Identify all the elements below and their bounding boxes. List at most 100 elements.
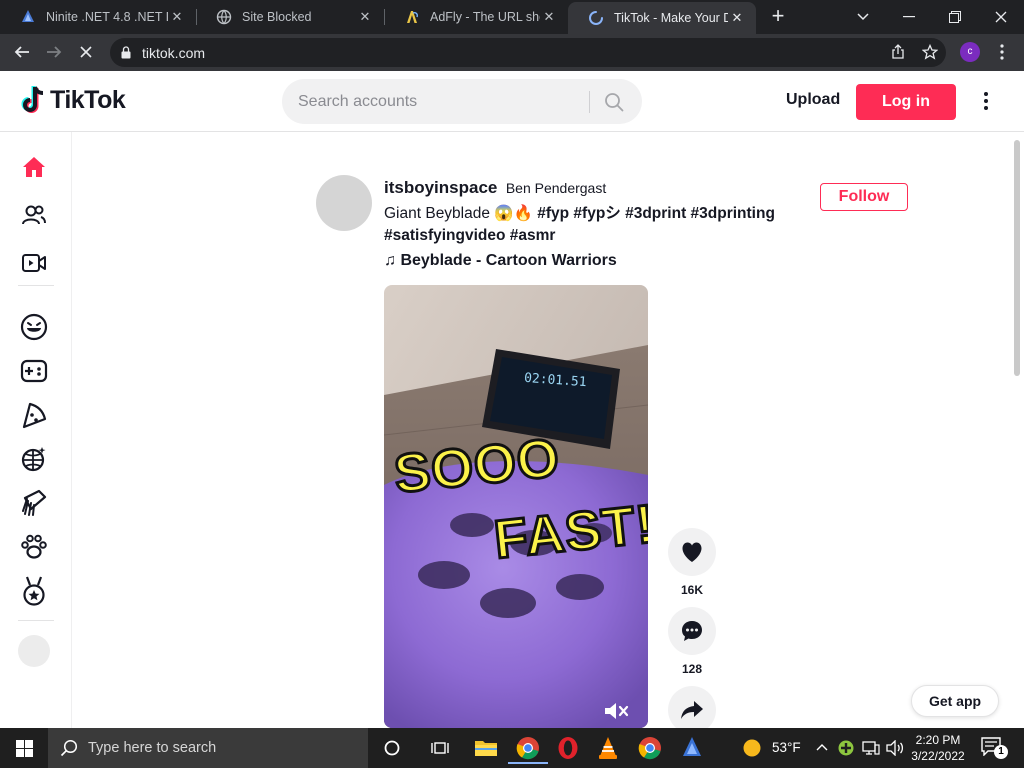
live-icon	[22, 254, 46, 272]
new-tab-button[interactable]: +	[768, 5, 788, 27]
like-button[interactable]	[668, 528, 716, 576]
chevron-up-icon[interactable]	[816, 743, 828, 751]
author-avatar[interactable]	[316, 175, 372, 231]
caption-hashtags[interactable]: #fyp #fypシ #3dprint #3dprinting	[537, 205, 775, 222]
gaming-icon	[20, 359, 48, 383]
taskbar-chrome-canary[interactable]	[634, 732, 666, 764]
sidebar-item-animals[interactable]	[18, 531, 50, 563]
taskbar-ninite[interactable]	[676, 732, 708, 764]
weather-temperature[interactable]: 53°F	[772, 740, 801, 755]
star-icon[interactable]	[922, 44, 938, 60]
profile-avatar[interactable]: c	[960, 42, 980, 62]
taskbar-file-explorer[interactable]	[470, 732, 502, 764]
taskbar-vlc[interactable]	[592, 732, 624, 764]
restore-icon	[949, 11, 961, 23]
following-icon	[22, 205, 46, 225]
logo-wordmark: TikTok	[50, 85, 126, 114]
adfly-icon	[407, 11, 418, 23]
post-caption: Giant Beyblade 😱🔥 #fyp #fypシ #3dprint #3…	[384, 203, 804, 247]
search-button[interactable]	[600, 89, 628, 115]
comment-button[interactable]	[668, 607, 716, 655]
cortana-icon	[384, 740, 400, 756]
upload-link[interactable]: Upload	[786, 91, 840, 109]
more-menu-button[interactable]	[976, 89, 996, 113]
back-button[interactable]	[10, 40, 34, 64]
tab-tiktok[interactable]: TikTok - Make Your Day ✕	[568, 2, 756, 34]
stop-loading-button[interactable]	[74, 40, 98, 64]
tab-search-button[interactable]	[840, 0, 886, 34]
address-bar[interactable]: tiktok.com	[110, 38, 946, 67]
notification-badge: 1	[994, 745, 1008, 759]
tab-ninite[interactable]: Ninite .NET 4.8 .NET De ✕	[0, 0, 196, 34]
tiktok-note-icon	[21, 86, 44, 113]
clock-time: 2:20 PM	[915, 733, 961, 747]
taskbar-search-box[interactable]: Type here to search	[48, 728, 368, 768]
task-view-button[interactable]	[424, 732, 456, 764]
opera-icon	[558, 737, 578, 759]
close-tab-icon[interactable]: ✕	[168, 9, 186, 25]
video-player[interactable]: 02:01.51 SOOO FAST!!!	[384, 285, 648, 728]
close-tab-icon[interactable]: ✕	[356, 9, 374, 25]
search-icon	[605, 93, 624, 112]
volume-icon[interactable]	[886, 740, 904, 756]
sidebar-item-food[interactable]	[18, 399, 50, 431]
close-tab-icon[interactable]: ✕	[540, 9, 558, 25]
comment-count: 128	[681, 662, 703, 676]
sidebar-item-beauty[interactable]	[18, 487, 50, 519]
close-tab-icon[interactable]: ✕	[728, 10, 746, 26]
url-text: tiktok.com	[142, 45, 206, 61]
beauty-icon	[22, 489, 47, 516]
vlc-icon	[599, 737, 617, 759]
more-vertical-icon	[984, 92, 988, 110]
page-scrollbar[interactable]	[1014, 140, 1020, 376]
sidebar-item-home[interactable]	[18, 151, 50, 183]
tab-title: TikTok - Make Your Day	[614, 11, 728, 25]
notifications-button[interactable]: 1	[980, 736, 1008, 760]
taskbar-clock[interactable]: 2:20 PM 3/22/2022	[904, 732, 972, 764]
home-icon	[23, 157, 45, 177]
sidebar-item-dance[interactable]	[18, 443, 50, 475]
start-button[interactable]	[0, 728, 48, 768]
share-button[interactable]	[668, 686, 716, 734]
minimize-button[interactable]	[886, 0, 932, 34]
cortana-button[interactable]	[376, 732, 408, 764]
taskbar-chrome[interactable]	[508, 732, 548, 764]
browser-menu-button[interactable]	[990, 40, 1014, 64]
close-window-button[interactable]	[978, 0, 1024, 34]
food-icon	[22, 402, 47, 429]
avatar[interactable]	[18, 635, 50, 667]
sidebar-item-live[interactable]	[18, 247, 50, 279]
clock-date: 3/22/2022	[911, 749, 965, 763]
sidebar-item-gaming[interactable]	[18, 355, 50, 387]
share-icon[interactable]	[890, 44, 906, 60]
taskbar-opera[interactable]	[552, 732, 584, 764]
get-app-button[interactable]: Get app	[911, 685, 999, 717]
caption-hashtags[interactable]: #satisfyingvideo #asmr	[384, 227, 555, 244]
login-button[interactable]: Log in	[856, 84, 956, 120]
search-input[interactable]	[298, 79, 578, 124]
network-icon[interactable]	[862, 740, 880, 756]
forward-button[interactable]	[42, 40, 66, 64]
tab-adfly[interactable]: AdFly - The URL shorte ✕	[384, 0, 568, 34]
lock-icon	[121, 46, 131, 59]
author-username[interactable]: itsboyinspace	[384, 178, 497, 197]
tab-site-blocked[interactable]: Site Blocked ✕	[196, 0, 384, 34]
animals-icon	[21, 534, 47, 559]
restore-button[interactable]	[932, 0, 978, 34]
windows-logo-icon	[15, 739, 33, 757]
author-nickname[interactable]: Ben Pendergast	[506, 180, 606, 196]
sidebar-divider	[18, 620, 54, 621]
tiktok-logo[interactable]: TikTok	[20, 85, 126, 115]
mute-button[interactable]	[602, 700, 630, 722]
taskbar-search-placeholder: Type here to search	[88, 740, 217, 756]
music-link[interactable]: ♫ Beyblade - Cartoon Warriors	[384, 252, 617, 270]
chrome-icon	[638, 737, 661, 760]
follow-button[interactable]: Follow	[820, 183, 908, 211]
shield-check-icon[interactable]	[838, 740, 854, 756]
sidebar-item-comedy[interactable]	[18, 311, 50, 343]
ninite-icon	[22, 10, 34, 22]
close-icon	[80, 46, 92, 58]
caption-text: Giant Beyblade	[384, 205, 490, 222]
sidebar-item-following[interactable]	[18, 199, 50, 231]
sidebar-item-sports[interactable]	[18, 575, 50, 607]
